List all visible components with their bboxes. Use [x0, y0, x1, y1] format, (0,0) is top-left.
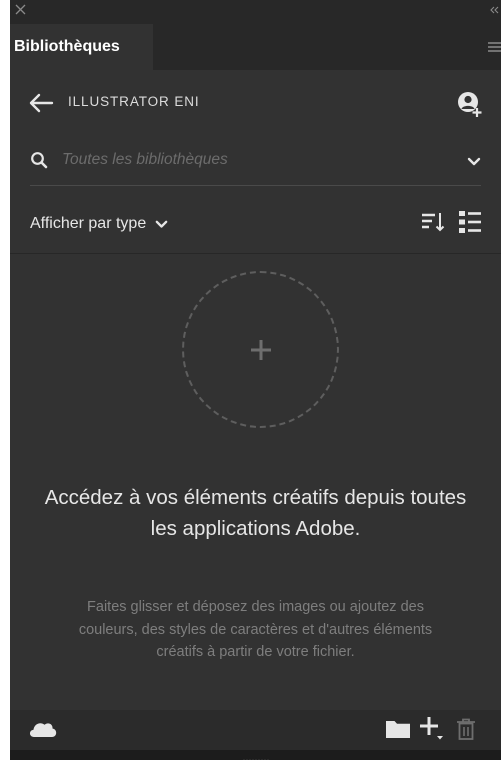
panel-titlebar — [10, 0, 501, 24]
chevron-down-icon — [155, 220, 168, 228]
view-options: Afficher par type — [10, 196, 501, 254]
collapse-icon[interactable] — [487, 3, 501, 17]
trash-icon[interactable] — [456, 718, 476, 740]
close-icon[interactable] — [14, 3, 28, 17]
hamburger-icon[interactable] — [487, 40, 501, 54]
cloud-icon[interactable] — [28, 720, 58, 738]
sort-icon[interactable] — [421, 211, 445, 233]
search-input[interactable] — [62, 147, 422, 173]
library-content: Accédez à vos éléments créatifs depuis t… — [10, 255, 501, 710]
library-search — [30, 140, 481, 186]
view-dropdown-label: Afficher par type — [30, 215, 147, 232]
back-arrow-icon[interactable] — [28, 92, 54, 114]
libraries-panel: Bibliothèques ILLUSTRATOR ENI Toutes les… — [10, 0, 501, 760]
resize-grip-bar — [10, 750, 501, 760]
view-by-type-dropdown[interactable]: Afficher par type — [30, 211, 168, 237]
add-icon[interactable] — [420, 717, 444, 741]
empty-state-description: Faites glisser et déposez des images ou … — [78, 599, 433, 660]
resize-handle-icon[interactable] — [242, 752, 272, 760]
empty-state-headline: Accédez à vos éléments créatifs depuis t… — [44, 486, 467, 540]
add-user-icon[interactable] — [457, 90, 483, 118]
tab-strip: Bibliothèques — [10, 24, 501, 70]
search-icon — [30, 151, 48, 169]
list-view-icon[interactable] — [459, 210, 481, 234]
chevron-down-icon[interactable] — [467, 154, 481, 166]
plus-icon — [250, 339, 272, 361]
tab-libraries[interactable]: Bibliothèques — [10, 24, 153, 70]
library-name: ILLUSTRATOR ENI — [68, 94, 200, 109]
folder-icon[interactable] — [386, 719, 410, 739]
panel-footer — [10, 710, 501, 750]
library-header: ILLUSTRATOR ENI — [10, 80, 501, 128]
add-asset-dropzone[interactable] — [182, 271, 339, 428]
